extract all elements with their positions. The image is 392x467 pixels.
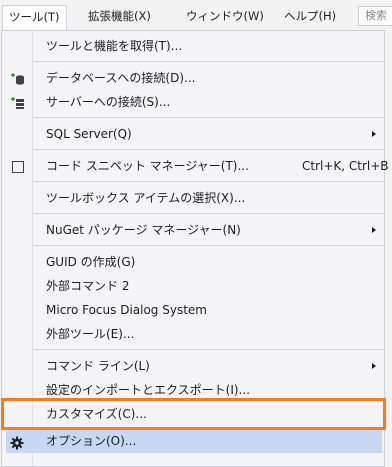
checkbox-icon: [10, 159, 26, 173]
menu-separator: [34, 61, 384, 62]
menu-item-label: サーバーへの接続(S)...: [46, 95, 171, 109]
submenu-arrow-icon: [372, 131, 376, 137]
menu-item-label: 設定のインポートとエクスポート(I)...: [46, 383, 250, 397]
menu-separator: [34, 349, 384, 350]
menu-window[interactable]: ウィンドウ(W): [186, 6, 264, 26]
menu-separator: [34, 213, 384, 214]
menu-help[interactable]: ヘルプ(H): [284, 6, 336, 26]
menu-bar: ツール(T) 拡張機能(X) ウィンドウ(W) ヘルプ(H) 検索: [0, 0, 392, 31]
menu-item-label: ツールボックス アイテムの選択(X)...: [46, 191, 246, 205]
menu-item-label: SQL Server(Q): [46, 127, 132, 141]
menu-item-label: カスタマイズ(C)...: [46, 407, 147, 421]
menu-item-label: コード スニペット マネージャー(T)...: [46, 159, 249, 173]
menu-item-connect-database[interactable]: データベースへの接続(D)...: [2, 67, 384, 89]
menu-separator: [34, 149, 384, 150]
database-connect-icon: [10, 71, 26, 85]
menu-item-get-tools[interactable]: ツールと機能を取得(T)...: [2, 35, 384, 57]
menu-item-shortcut: Ctrl+K, Ctrl+B: [302, 159, 389, 173]
menu-item-external-command-2[interactable]: 外部コマンド 2: [2, 275, 384, 297]
menu-separator: [34, 245, 384, 246]
menu-item-label: コマンド ライン(L): [46, 359, 150, 373]
menu-separator: [34, 117, 384, 118]
gear-icon: [10, 434, 26, 450]
menu-item-label: 外部ツール(E)...: [46, 327, 135, 341]
menu-item-nuget-package-manager[interactable]: NuGet パッケージ マネージャー(N): [2, 219, 384, 241]
menu-item-choose-toolbox-items[interactable]: ツールボックス アイテムの選択(X)...: [2, 187, 384, 209]
menu-item-label: NuGet パッケージ マネージャー(N): [46, 223, 241, 237]
menu-item-create-guid[interactable]: GUID の作成(G): [2, 251, 384, 273]
menu-item-command-line[interactable]: コマンド ライン(L): [2, 355, 384, 377]
menu-item-options[interactable]: オプション(O)...: [6, 429, 382, 453]
menu-separator: [34, 181, 384, 182]
menu-item-connect-server[interactable]: サーバーへの接続(S)...: [2, 91, 384, 113]
submenu-arrow-icon: [372, 227, 376, 233]
search-input[interactable]: 検索: [358, 6, 392, 26]
submenu-arrow-icon: [372, 363, 376, 369]
menu-item-sql-server[interactable]: SQL Server(Q): [2, 123, 384, 145]
menu-item-label: オプション(O)...: [46, 434, 137, 448]
menu-item-label: Micro Focus Dialog System: [46, 303, 207, 317]
menu-item-label: データベースへの接続(D)...: [46, 71, 196, 85]
menu-item-external-tools[interactable]: 外部ツール(E)...: [2, 323, 384, 345]
menu-item-label: ツールと機能を取得(T)...: [46, 39, 183, 53]
tools-dropdown-menu: ツールと機能を取得(T)... データベースへの接続(D)... サーバーへの接…: [1, 30, 389, 467]
menu-item-import-export-settings[interactable]: 設定のインポートとエクスポート(I)...: [2, 379, 384, 401]
server-connect-icon: [10, 95, 26, 109]
menu-item-label: GUID の作成(G): [46, 255, 136, 269]
menu-item-customize[interactable]: カスタマイズ(C)...: [2, 403, 384, 425]
menu-extensions[interactable]: 拡張機能(X): [88, 6, 151, 26]
menu-item-code-snippets-manager[interactable]: コード スニペット マネージャー(T)... Ctrl+K, Ctrl+B: [2, 155, 389, 177]
menu-item-micro-focus-dialog-system[interactable]: Micro Focus Dialog System: [2, 299, 384, 321]
menu-tools[interactable]: ツール(T): [2, 5, 67, 30]
menu-item-label: 外部コマンド 2: [46, 279, 130, 293]
